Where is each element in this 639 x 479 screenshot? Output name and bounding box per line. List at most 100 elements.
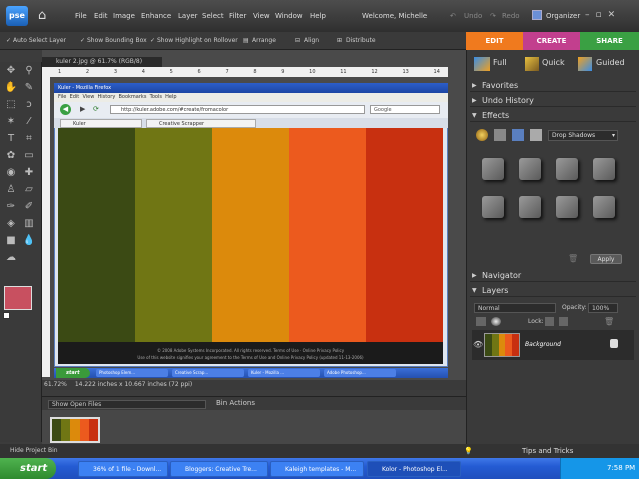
- eyedropper-tool-icon[interactable]: ✎: [22, 81, 36, 95]
- taskbar-item-kaleigh[interactable]: Kaleigh templates - M...: [270, 461, 364, 477]
- drop-shadow-effect[interactable]: [593, 158, 615, 180]
- document-tab[interactable]: kuler 2.jpg @ 61.7% (RGB/8): [42, 57, 162, 67]
- sponge-tool-icon[interactable]: ☁: [4, 251, 18, 265]
- photo-effects-icon[interactable]: [512, 129, 524, 141]
- opacity-field[interactable]: 100%: [588, 303, 618, 313]
- healing-brush-tool-icon[interactable]: ✚: [22, 166, 36, 180]
- menu-file[interactable]: File: [75, 12, 87, 20]
- taskbar-item-bloggers[interactable]: Bloggers: Creative Tre...: [170, 461, 268, 477]
- tab-share[interactable]: SHARE: [580, 32, 639, 50]
- bin-thumbnail[interactable]: [50, 417, 100, 443]
- menu-view[interactable]: View: [253, 12, 270, 20]
- distribute-button[interactable]: Distribute: [346, 37, 376, 44]
- redo-button[interactable]: Redo: [502, 12, 520, 20]
- foreground-color-swatch[interactable]: [4, 286, 32, 310]
- drop-shadow-effect[interactable]: [482, 196, 504, 218]
- selection-brush-tool-icon[interactable]: ⁄: [22, 115, 36, 129]
- straighten-tool-icon[interactable]: ▭: [22, 149, 36, 163]
- red-eye-tool-icon[interactable]: ◉: [4, 166, 18, 180]
- window-controls[interactable]: –▫✕: [585, 10, 621, 20]
- mode-quick[interactable]: Quick: [542, 58, 565, 67]
- show-open-files-dropdown[interactable]: Show Open Files: [48, 400, 206, 409]
- eraser-tool-icon[interactable]: ▱: [22, 183, 36, 197]
- browser-page-footer: © 2008 Adobe Systems Incorporated. All r…: [58, 342, 443, 364]
- palette-swatch-4: [289, 128, 366, 342]
- drop-shadow-effect[interactable]: [556, 158, 578, 180]
- effects-panel-header[interactable]: ▼ Effects: [470, 110, 636, 122]
- cookie-cutter-tool-icon[interactable]: ✿: [4, 149, 18, 163]
- menu-help[interactable]: Help: [310, 12, 326, 20]
- crop-tool-icon[interactable]: ⌗: [22, 132, 36, 146]
- menu-window[interactable]: Window: [275, 12, 303, 20]
- apply-button[interactable]: Apply: [590, 254, 622, 264]
- ruler-tick: 1: [58, 69, 62, 75]
- tab-edit[interactable]: EDIT: [466, 32, 523, 50]
- lock-transparent-icon[interactable]: [545, 317, 554, 326]
- tips-bar[interactable]: 💡 Tips and Tricks: [464, 444, 639, 458]
- menu-enhance[interactable]: Enhance: [141, 12, 171, 20]
- zoom-level[interactable]: 61.72%: [42, 381, 67, 388]
- hide-project-bin[interactable]: Hide Project Bin: [0, 444, 466, 458]
- layer-styles-icon[interactable]: [494, 129, 506, 141]
- drop-shadow-effect[interactable]: [519, 158, 541, 180]
- clock: 7:58 PM: [607, 464, 636, 472]
- blend-mode-dropdown[interactable]: Normal: [474, 303, 556, 313]
- marquee-tool-icon[interactable]: ⬚: [4, 98, 18, 112]
- auto-select-checkbox[interactable]: ✓: [6, 37, 11, 44]
- bin-actions-menu[interactable]: Bin Actions: [216, 399, 255, 407]
- gradient-tool-icon[interactable]: ▥: [22, 217, 36, 231]
- arrange-button[interactable]: Arrange: [252, 37, 276, 44]
- paint-bucket-tool-icon[interactable]: ◈: [4, 217, 18, 231]
- visibility-eye-icon[interactable]: 👁: [473, 340, 483, 349]
- delete-layer-icon[interactable]: 🗑: [604, 317, 614, 326]
- trash-icon[interactable]: 🗑: [568, 254, 578, 263]
- organizer-button[interactable]: Organizer: [546, 12, 580, 20]
- adjustment-layer-icon[interactable]: [491, 317, 501, 326]
- menu-image[interactable]: Image: [113, 12, 135, 20]
- undo-history-panel-header[interactable]: ▶ Undo History: [470, 95, 636, 107]
- undo-button[interactable]: Undo: [464, 12, 482, 20]
- tab-create[interactable]: CREATE: [523, 32, 580, 50]
- taskbar-item-download[interactable]: 36% of 1 file - Downl...: [78, 461, 168, 477]
- hand-tool-icon[interactable]: ✋: [4, 81, 18, 95]
- layers-panel-header[interactable]: ▼ Layers: [470, 285, 636, 297]
- mini-task: Creative Scrap...: [172, 369, 244, 377]
- start-button[interactable]: start: [0, 458, 56, 479]
- magic-wand-tool-icon[interactable]: ✶: [4, 115, 18, 129]
- home-icon[interactable]: ⌂: [38, 8, 54, 24]
- align-button[interactable]: Align: [304, 37, 319, 44]
- clone-stamp-tool-icon[interactable]: ♙: [4, 183, 18, 197]
- menu-edit[interactable]: Edit: [94, 12, 108, 20]
- highlight-checkbox[interactable]: ✓: [150, 37, 155, 44]
- menu-layer[interactable]: Layer: [178, 12, 198, 20]
- navigator-panel-header[interactable]: ▶ Navigator: [470, 270, 636, 282]
- drop-shadow-effect[interactable]: [482, 158, 504, 180]
- drop-shadow-effect[interactable]: [556, 196, 578, 218]
- taskbar-item-photoshop[interactable]: Kolor - Photoshop El...: [367, 461, 461, 477]
- move-tool-icon[interactable]: ✥: [4, 64, 18, 78]
- all-effects-icon[interactable]: [530, 129, 542, 141]
- brush-tool-icon[interactable]: ✑: [4, 200, 18, 214]
- new-layer-icon[interactable]: [476, 317, 486, 326]
- favorites-panel-header[interactable]: ▶ Favorites: [470, 80, 636, 92]
- effects-category-dropdown[interactable]: Drop Shadows ▾: [548, 130, 618, 141]
- zoom-tool-icon[interactable]: ⚲: [22, 64, 36, 78]
- blur-tool-icon[interactable]: 💧: [22, 234, 36, 248]
- drop-shadow-effect[interactable]: [519, 196, 541, 218]
- type-tool-icon[interactable]: T: [4, 132, 18, 146]
- reload-icon: ⟳: [93, 105, 99, 113]
- menu-filter[interactable]: Filter: [229, 12, 246, 20]
- mode-full[interactable]: Full: [493, 58, 507, 67]
- lasso-tool-icon[interactable]: ↄ: [22, 98, 36, 112]
- filters-icon[interactable]: [476, 129, 488, 141]
- bounding-box-checkbox[interactable]: ✓: [80, 37, 85, 44]
- browser-tab: Kuler: [60, 119, 142, 128]
- default-colors-icon[interactable]: [3, 312, 10, 319]
- menu-select[interactable]: Select: [202, 12, 224, 20]
- mode-guided[interactable]: Guided: [596, 58, 625, 67]
- shape-tool-icon[interactable]: ■: [4, 234, 18, 248]
- lock-all-icon[interactable]: [559, 317, 568, 326]
- welcome-text: Welcome, Michelle: [362, 12, 428, 20]
- drop-shadow-effect[interactable]: [593, 196, 615, 218]
- smart-brush-tool-icon[interactable]: ✐: [22, 200, 36, 214]
